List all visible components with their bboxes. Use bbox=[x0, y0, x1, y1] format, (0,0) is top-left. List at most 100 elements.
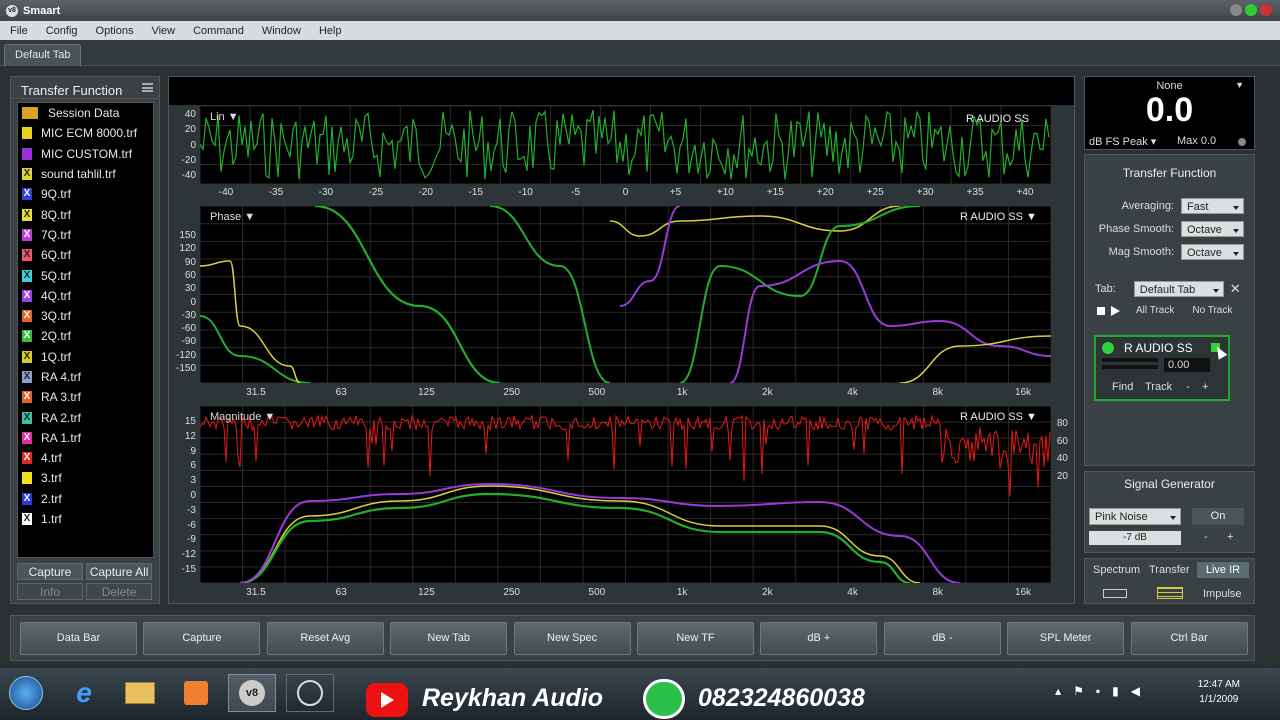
file-item[interactable]: X 9Q.trf bbox=[18, 184, 153, 204]
file-item[interactable]: X 5Q.trf bbox=[18, 265, 153, 285]
trace-color-icon[interactable]: X bbox=[22, 249, 32, 262]
ir-title[interactable]: Lin ▼ bbox=[210, 111, 239, 123]
file-item[interactable]: X 6Q.trf bbox=[18, 245, 153, 265]
file-item[interactable]: Xsound tahlil.trf bbox=[18, 164, 153, 184]
menu-file[interactable]: File bbox=[0, 25, 36, 37]
play-icon[interactable] bbox=[1111, 305, 1120, 316]
file-item[interactable]: X 1.trf bbox=[18, 509, 153, 529]
meter-unit[interactable]: dB FS Peak ▾ bbox=[1089, 135, 1156, 148]
file-item[interactable]: MIC ECM 8000.trf bbox=[18, 123, 153, 143]
phase-title[interactable]: Phase ▼ bbox=[210, 211, 255, 223]
trace-color-icon[interactable] bbox=[22, 127, 32, 140]
internet-explorer-icon[interactable]: e bbox=[60, 674, 108, 712]
delay-field[interactable]: 0.00 bbox=[1164, 358, 1210, 372]
live-ir-mode-button[interactable]: Live IR bbox=[1197, 562, 1249, 578]
start-button[interactable] bbox=[2, 674, 50, 712]
trace-color-icon[interactable]: X bbox=[22, 289, 32, 302]
transfer-mode-button[interactable]: Transfer bbox=[1149, 564, 1190, 576]
file-item[interactable]: X RA 3.trf bbox=[18, 387, 153, 407]
level-meter[interactable]: None ▼ 0.0 dB FS Peak ▾ Max 0.0 bbox=[1084, 76, 1255, 150]
tab-default[interactable]: Default Tab bbox=[4, 44, 82, 66]
command-button-data-bar[interactable]: Data Bar bbox=[20, 622, 137, 655]
file-item[interactable]: X RA 2.trf bbox=[18, 407, 153, 427]
trace-color-icon[interactable]: X bbox=[22, 208, 32, 221]
generator-minus-button[interactable]: - bbox=[1204, 531, 1208, 543]
generator-plus-button[interactable]: + bbox=[1227, 531, 1233, 543]
trace-color-icon[interactable]: X bbox=[22, 391, 32, 404]
delay-plus-button[interactable]: + bbox=[1202, 381, 1208, 393]
file-item[interactable]: X 4.trf bbox=[18, 448, 153, 468]
capture-all-button[interactable]: Capture All bbox=[86, 563, 153, 580]
trace-color-icon[interactable]: X bbox=[22, 492, 32, 505]
command-button-db[interactable]: dB - bbox=[883, 622, 1001, 655]
transfer-layout-icon[interactable] bbox=[1157, 587, 1183, 599]
command-button-capture[interactable]: Capture bbox=[143, 622, 261, 655]
delay-minus-button[interactable]: - bbox=[1186, 381, 1190, 393]
tab-select[interactable]: Default Tab bbox=[1133, 281, 1224, 297]
session-folder[interactable]: Session Data bbox=[18, 103, 153, 123]
delete-button[interactable]: Delete bbox=[86, 583, 153, 600]
system-clock[interactable]: 12:47 AM 1/1/2009 bbox=[1198, 677, 1240, 707]
find-button[interactable]: Find bbox=[1112, 381, 1133, 393]
averaging-select[interactable]: Fast bbox=[1181, 198, 1244, 214]
trace-color-icon[interactable]: X bbox=[22, 168, 32, 181]
network-icon[interactable]: ▮ bbox=[1112, 684, 1119, 698]
magnitude-plot[interactable] bbox=[199, 405, 1052, 585]
file-item[interactable]: X 1Q.trf bbox=[18, 347, 153, 367]
generator-level-field[interactable]: -7 dB bbox=[1089, 531, 1181, 545]
trace-color-icon[interactable]: X bbox=[22, 330, 32, 343]
file-item[interactable]: X 7Q.trf bbox=[18, 225, 153, 245]
explorer-folder-icon[interactable] bbox=[116, 674, 164, 712]
channel-strip[interactable]: R AUDIO SS 0.00 Find Track - + bbox=[1094, 335, 1230, 401]
command-button-new-tab[interactable]: New Tab bbox=[390, 622, 508, 655]
impulse-response-plot[interactable] bbox=[199, 105, 1052, 185]
panel-menu-icon[interactable] bbox=[142, 83, 153, 92]
tray-expand-icon[interactable]: ▴ bbox=[1055, 684, 1061, 698]
capture-button[interactable]: Capture bbox=[17, 563, 83, 580]
media-player-icon[interactable] bbox=[172, 674, 220, 712]
smaart-taskbar-icon[interactable]: v8 bbox=[228, 674, 276, 712]
trace-color-icon[interactable] bbox=[22, 147, 32, 160]
menu-command[interactable]: Command bbox=[183, 25, 252, 37]
no-track-button[interactable]: No Track bbox=[1192, 305, 1232, 316]
file-item[interactable]: 3.trf bbox=[18, 468, 153, 488]
obs-taskbar-icon[interactable] bbox=[286, 674, 334, 712]
meter-source-dropdown-icon[interactable]: ▼ bbox=[1235, 80, 1244, 90]
file-item[interactable]: X RA 1.trf bbox=[18, 428, 153, 448]
phase-trace-name[interactable]: R AUDIO SS ▼ bbox=[960, 211, 1037, 223]
menu-config[interactable]: Config bbox=[36, 25, 86, 37]
file-item[interactable]: X 4Q.trf bbox=[18, 286, 153, 306]
trace-color-icon[interactable]: X bbox=[22, 269, 32, 282]
file-item[interactable]: X 3Q.trf bbox=[18, 306, 153, 326]
menu-options[interactable]: Options bbox=[86, 25, 142, 37]
impulse-mode-button[interactable]: Impulse bbox=[1203, 588, 1242, 600]
menu-window[interactable]: Window bbox=[252, 25, 309, 37]
phase-plot[interactable] bbox=[199, 204, 1052, 385]
command-button-reset-avg[interactable]: Reset Avg bbox=[266, 622, 384, 655]
command-button-spl-meter[interactable]: SPL Meter bbox=[1007, 622, 1125, 655]
menu-help[interactable]: Help bbox=[309, 25, 350, 37]
file-item[interactable]: X 8Q.trf bbox=[18, 204, 153, 224]
info-button[interactable]: Info bbox=[17, 583, 83, 600]
menu-view[interactable]: View bbox=[141, 25, 183, 37]
tools-icon[interactable]: ✕ bbox=[1230, 281, 1241, 297]
command-button-new-tf[interactable]: New TF bbox=[637, 622, 754, 655]
flag-icon[interactable]: ⚑ bbox=[1073, 684, 1084, 698]
file-item[interactable]: MIC CUSTOM.trf bbox=[18, 144, 153, 164]
stop-icon[interactable] bbox=[1097, 306, 1105, 315]
file-item[interactable]: X 2Q.trf bbox=[18, 326, 153, 346]
maximize-icon[interactable] bbox=[1245, 4, 1257, 16]
trace-color-icon[interactable]: X bbox=[22, 188, 32, 201]
trace-color-icon[interactable]: X bbox=[22, 350, 32, 363]
magnitude-title[interactable]: Magnitude ▼ bbox=[210, 411, 275, 423]
command-button-ctrl-bar[interactable]: Ctrl Bar bbox=[1130, 622, 1248, 655]
generator-on-button[interactable]: On bbox=[1192, 508, 1244, 525]
trace-color-icon[interactable]: X bbox=[22, 411, 32, 424]
minimize-icon[interactable] bbox=[1230, 4, 1242, 16]
trace-color-icon[interactable]: X bbox=[22, 228, 32, 241]
track-button[interactable]: Track bbox=[1145, 381, 1172, 393]
magnitude-trace-name[interactable]: R AUDIO SS ▼ bbox=[960, 411, 1037, 423]
trace-color-icon[interactable]: X bbox=[22, 452, 32, 465]
volume-icon[interactable]: ◀ bbox=[1131, 684, 1140, 698]
trace-color-icon[interactable]: X bbox=[22, 310, 32, 323]
